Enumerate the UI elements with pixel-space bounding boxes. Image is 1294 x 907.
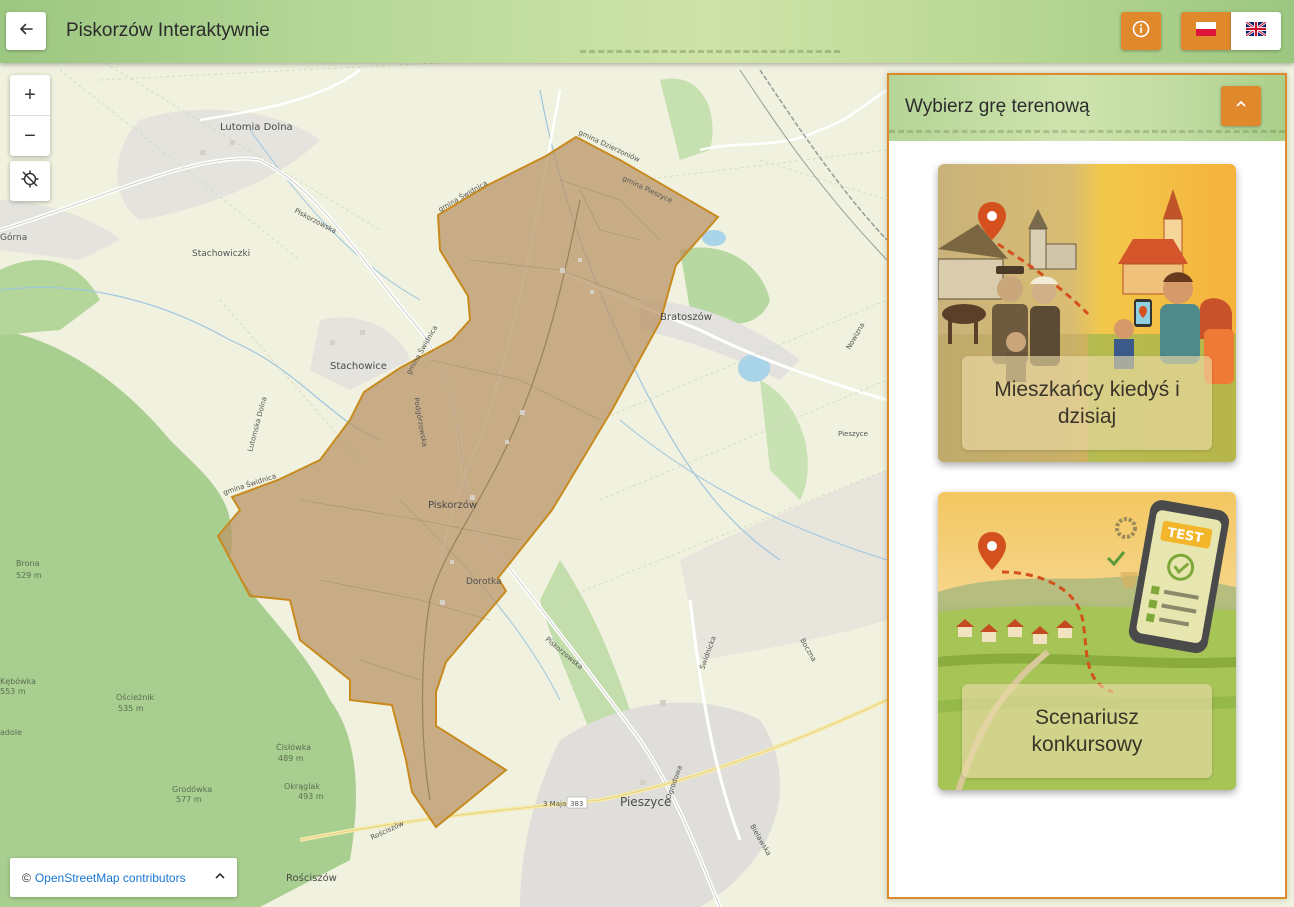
openstreetmap-link[interactable]: OpenStreetMap contributors [35, 871, 186, 885]
zoom-out-button[interactable]: − [10, 116, 50, 156]
peak-okraglak-height: 493 m [298, 792, 324, 801]
road-pieszyce-label: Pieszyce [838, 430, 868, 438]
game-card-label: Scenariusz konkursowy [962, 684, 1212, 778]
peak-osciesznik: Ościeżnik [116, 692, 155, 702]
place-rosciszow: Rościszów [286, 872, 337, 884]
peak-brona-height: 529 m [16, 571, 42, 580]
info-circle-icon [1132, 20, 1150, 43]
back-button[interactable] [6, 12, 46, 50]
attribution-prefix: © [22, 870, 31, 885]
peak-cislowka: Ćisłówka [276, 741, 311, 752]
uk-flag-icon [1245, 20, 1267, 41]
language-pl-button[interactable] [1181, 12, 1231, 50]
game-card-contest[interactable]: TEST Scenariusz konkursowy [938, 492, 1236, 790]
info-button[interactable] [1121, 12, 1161, 50]
peak-grodowka: Grodówka [172, 784, 212, 794]
peak-padole: adole [0, 728, 22, 737]
peak-kebowka-height: 553 m [0, 687, 26, 696]
peak-brona: Brona [16, 559, 40, 568]
peak-osciesznik-height: 535 m [118, 704, 144, 713]
peak-grodowka-height: 577 m [176, 795, 202, 804]
panel-header: Wybierz grę terenową [889, 75, 1285, 141]
peak-kebowka: Kębówka [0, 676, 36, 686]
peak-okraglak: Okrąglak [284, 782, 320, 791]
peak-cislowka-height: 489 m [278, 754, 304, 763]
location-off-icon [20, 169, 40, 194]
road-383: 383 [570, 800, 583, 808]
locate-button[interactable] [10, 161, 50, 201]
app-title: Piskorzów Interaktywnie [66, 20, 270, 41]
arrow-left-icon [18, 21, 34, 42]
map-attribution: © OpenStreetMap contributors [10, 858, 237, 897]
place-piskorzow: Piskorzów [428, 499, 477, 511]
language-en-button[interactable] [1231, 12, 1281, 50]
poland-flag-icon [1196, 21, 1216, 41]
place-dorotka: Dorotka [466, 577, 502, 587]
game-card-residents[interactable]: Mieszkańcy kiedyś i dzisiaj [938, 164, 1236, 462]
game-selection-panel: Wybierz grę terenową Mieszkańcy kiedyś i… [887, 73, 1287, 899]
place-stachowice: Stachowice [330, 361, 387, 372]
road-3-maja: 3 Maja [543, 800, 566, 808]
place-bratoszow: Bratoszów [660, 311, 712, 323]
place-gorna: Górna [0, 232, 27, 243]
app-header: Piskorzów Interaktywnie [0, 0, 1294, 63]
zoom-control: + − [10, 75, 50, 156]
collapse-panel-button[interactable] [1221, 86, 1261, 126]
place-lutomia-dolna: Lutomia Dolna [220, 122, 293, 133]
game-card-label: Mieszkańcy kiedyś i dzisiaj [962, 356, 1212, 450]
panel-title: Wybierz grę terenową [905, 96, 1090, 117]
chevron-up-icon[interactable] [213, 869, 227, 886]
place-stachowiczki: Stachowiczki [192, 249, 250, 259]
zoom-in-button[interactable]: + [10, 75, 50, 116]
chevron-up-icon [1234, 97, 1248, 116]
